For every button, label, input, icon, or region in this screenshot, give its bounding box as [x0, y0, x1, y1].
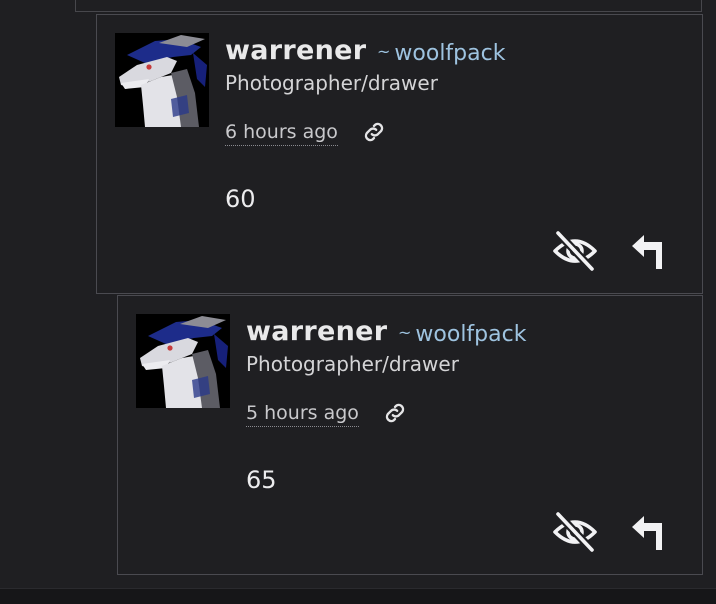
- avatar-image: [115, 33, 209, 127]
- comment-body: 60: [225, 185, 256, 213]
- comment-thread: warrener ~ woolfpack Photographer/drawer …: [0, 0, 716, 604]
- comment-card: warrener ~ woolfpack Photographer/drawer …: [96, 14, 703, 294]
- comment-timestamp[interactable]: 6 hours ago: [225, 121, 338, 146]
- comment-card: warrener ~ woolfpack Photographer/drawer …: [117, 295, 703, 575]
- community-prefix: ~: [398, 323, 412, 342]
- previous-comment-edge: [75, 0, 702, 12]
- community-link[interactable]: ~ woolfpack: [377, 41, 505, 66]
- eye-off-icon[interactable]: [552, 510, 598, 554]
- reply-icon[interactable]: [628, 231, 670, 271]
- username[interactable]: warrener: [225, 35, 366, 66]
- link-icon[interactable]: [361, 119, 387, 145]
- community-prefix: ~: [377, 42, 391, 61]
- community-name: woolfpack: [394, 41, 506, 66]
- user-avatar[interactable]: [136, 314, 230, 408]
- username[interactable]: warrener: [246, 316, 387, 347]
- reply-icon[interactable]: [628, 512, 670, 552]
- link-icon[interactable]: [382, 400, 408, 426]
- community-link[interactable]: ~ woolfpack: [398, 322, 526, 347]
- user-bio: Photographer/drawer: [246, 352, 459, 376]
- user-bio: Photographer/drawer: [225, 71, 438, 95]
- community-name: woolfpack: [415, 322, 527, 347]
- bottom-bar: [0, 588, 716, 604]
- comment-body: 65: [246, 466, 277, 494]
- comment-timestamp[interactable]: 5 hours ago: [246, 402, 359, 427]
- user-avatar[interactable]: [115, 33, 209, 127]
- avatar-image: [136, 314, 230, 408]
- eye-off-icon[interactable]: [552, 229, 598, 273]
